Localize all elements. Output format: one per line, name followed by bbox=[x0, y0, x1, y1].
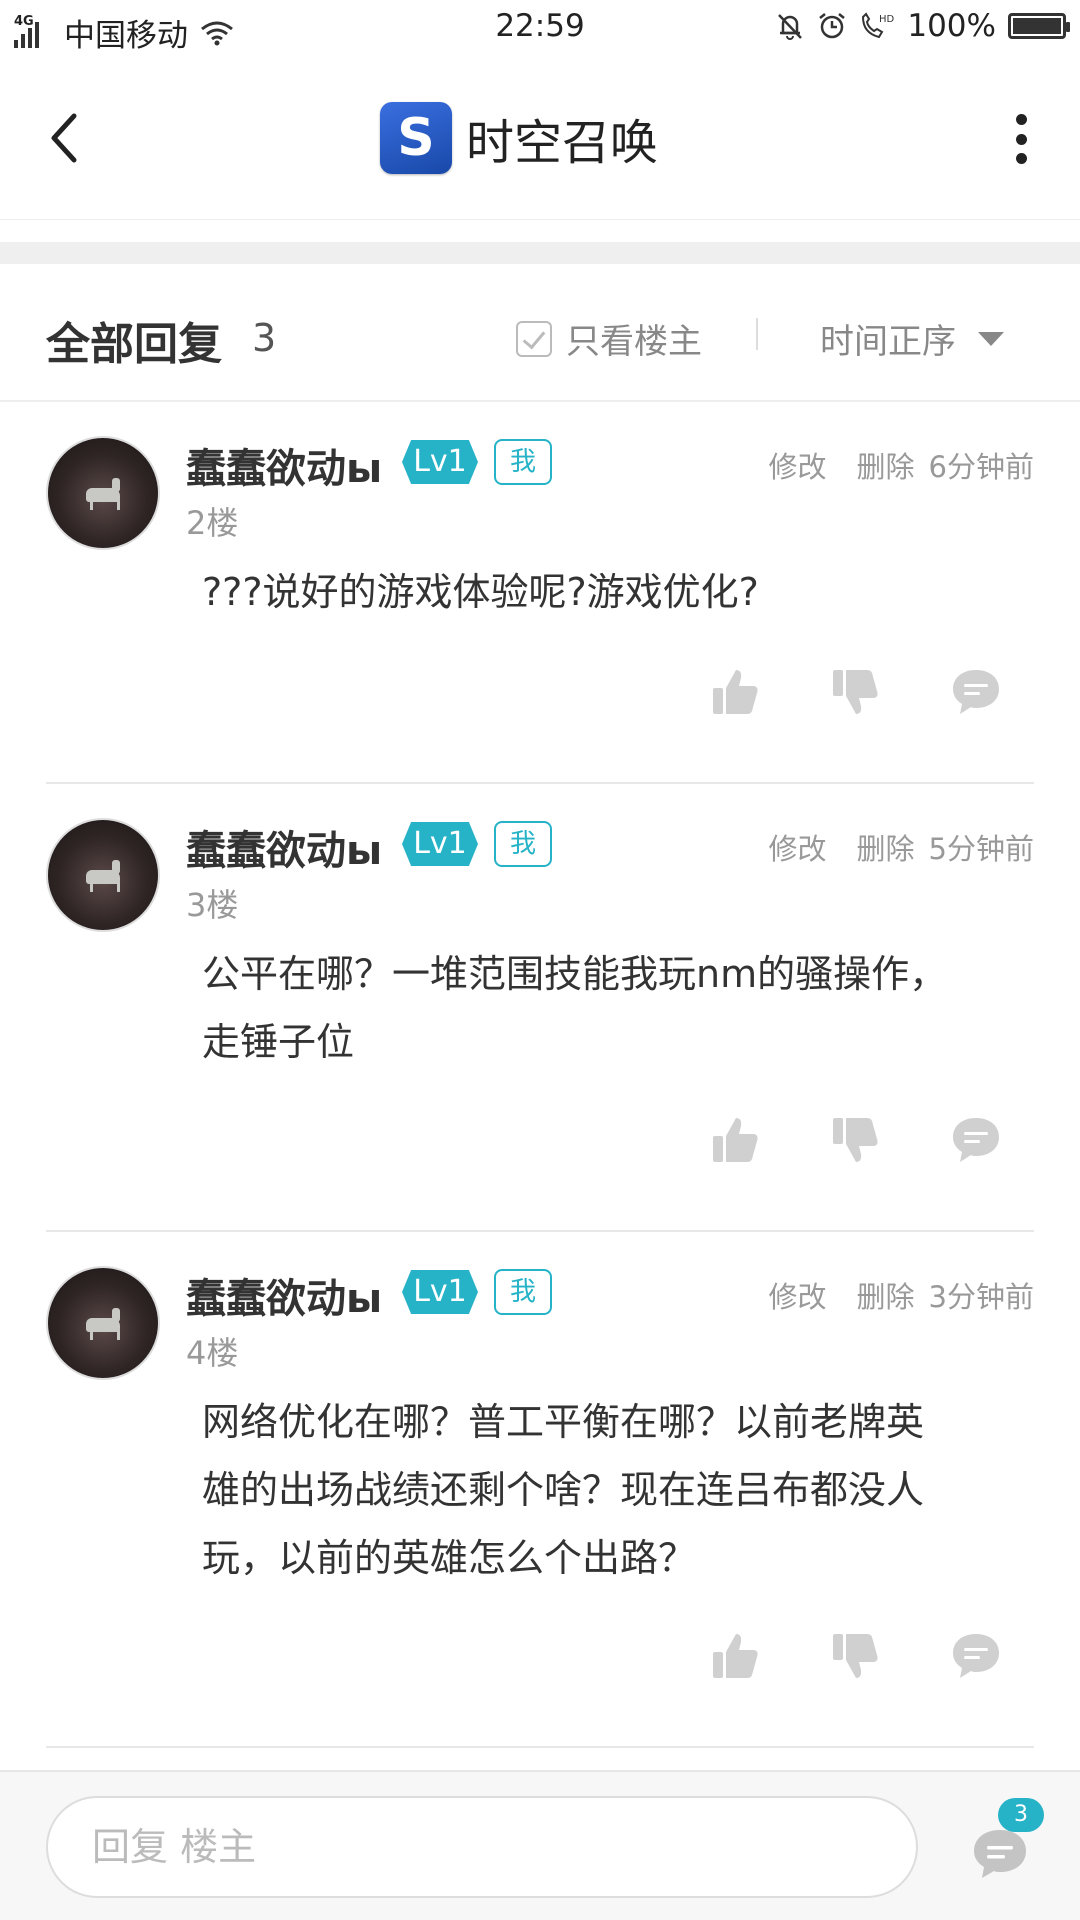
thumbs-down-icon[interactable] bbox=[830, 666, 882, 718]
comment-time: 3分钟前 bbox=[928, 1280, 1034, 1314]
comment-bubble-icon[interactable] bbox=[950, 1630, 1002, 1682]
floor-number: 4楼 bbox=[186, 1334, 239, 1372]
replies-header: 全部回复 3 只看楼主 时间正序 bbox=[0, 264, 1080, 402]
delete-link[interactable]: 删除 bbox=[857, 444, 915, 486]
comment-text: ???说好的游戏体验呢?游戏优化? bbox=[202, 558, 1022, 626]
comment-text: 公平在哪？一堆范围技能我玩nm的骚操作， 走锤子位 bbox=[202, 940, 1022, 1076]
me-badge: 我 bbox=[494, 821, 552, 867]
app-logo-icon: S bbox=[380, 102, 452, 174]
delete-link[interactable]: 删除 bbox=[857, 826, 915, 868]
floor-number: 2楼 bbox=[186, 504, 239, 542]
comment-meta: 修改 删除 5分钟前 bbox=[769, 826, 1034, 868]
me-badge: 我 bbox=[494, 1269, 552, 1315]
section-divider bbox=[0, 242, 1080, 264]
comment-bubble-icon[interactable] bbox=[950, 666, 1002, 718]
sort-dropdown[interactable]: 时间正序 bbox=[820, 314, 1004, 363]
nav-bar: S 时空召唤 bbox=[0, 56, 1080, 220]
back-arrow-icon[interactable] bbox=[44, 108, 84, 168]
level-badge: Lv1 bbox=[402, 822, 478, 866]
edit-link[interactable]: 修改 bbox=[769, 826, 827, 868]
alarm-icon bbox=[819, 13, 846, 39]
comment-bubble-icon[interactable] bbox=[950, 1114, 1002, 1166]
checkbox-icon[interactable] bbox=[516, 320, 552, 357]
comment-line: 走锤子位 bbox=[202, 1020, 355, 1064]
comment-actions bbox=[0, 1630, 1080, 1686]
reply-bar: 回复 楼主 3 bbox=[0, 1770, 1080, 1920]
thumbs-up-icon[interactable] bbox=[710, 666, 762, 718]
comment-line: 公平在哪？一堆范围技能我玩nm的骚操作， bbox=[202, 952, 948, 996]
reply-input[interactable]: 回复 楼主 bbox=[46, 1796, 918, 1898]
replies-count: 3 bbox=[252, 316, 277, 360]
comment-line: 玩，以前的英雄怎么个出路？ bbox=[202, 1536, 697, 1580]
status-right: HD 100% bbox=[775, 8, 1070, 44]
comment-meta: 修改 删除 6分钟前 bbox=[769, 444, 1034, 486]
comment-item: 蠢蠢欲动ы Lv1 我 修改 删除 6分钟前 2楼 ???说好的游戏体验呢?游戏… bbox=[0, 402, 1080, 784]
level-badge: Lv1 bbox=[402, 440, 478, 484]
battery-icon bbox=[1008, 13, 1070, 39]
thumbs-down-icon[interactable] bbox=[830, 1114, 882, 1166]
header-divider bbox=[756, 318, 758, 350]
comment-line: 网络优化在哪？普工平衡在哪？以前老牌英 bbox=[202, 1400, 925, 1444]
comment-item: 蠢蠢欲动ы Lv1 我 修改 删除 5分钟前 3楼 公平在哪？一堆范围技能我玩n… bbox=[0, 784, 1080, 1232]
sort-label: 时间正序 bbox=[820, 322, 956, 362]
comment-time: 5分钟前 bbox=[928, 832, 1034, 866]
page-title: 时空召唤 bbox=[466, 117, 659, 170]
nav-title-group: S 时空召唤 bbox=[380, 102, 658, 174]
level-badge: Lv1 bbox=[402, 1270, 478, 1314]
comment-actions bbox=[0, 1114, 1080, 1170]
thumbs-up-icon[interactable] bbox=[710, 1114, 762, 1166]
avatar[interactable] bbox=[46, 436, 160, 550]
more-vertical-icon[interactable] bbox=[1016, 114, 1028, 164]
comment-actions bbox=[0, 666, 1080, 722]
avatar[interactable] bbox=[46, 1266, 160, 1380]
comments-list-icon[interactable] bbox=[970, 1826, 1030, 1882]
username[interactable]: 蠢蠢欲动ы bbox=[186, 1266, 382, 1324]
only-owner-toggle[interactable]: 只看楼主 bbox=[516, 314, 702, 363]
silent-bell-icon bbox=[778, 14, 803, 40]
thumbs-up-icon[interactable] bbox=[710, 1630, 762, 1682]
username[interactable]: 蠢蠢欲动ы bbox=[186, 818, 382, 876]
edit-link[interactable]: 修改 bbox=[769, 1274, 827, 1316]
only-owner-label: 只看楼主 bbox=[566, 322, 702, 362]
avatar[interactable] bbox=[46, 818, 160, 932]
replies-title: 全部回复 bbox=[46, 319, 222, 370]
thumbs-down-icon[interactable] bbox=[830, 1630, 882, 1682]
status-bar: 4G 中国移动 22:59 HD 100% bbox=[0, 0, 1080, 56]
floor-number: 3楼 bbox=[186, 886, 239, 924]
me-badge: 我 bbox=[494, 439, 552, 485]
username[interactable]: 蠢蠢欲动ы bbox=[186, 436, 382, 494]
comment-time: 6分钟前 bbox=[928, 450, 1034, 484]
comment-count-badge: 3 bbox=[998, 1798, 1044, 1832]
comment-text: 网络优化在哪？普工平衡在哪？以前老牌英 雄的出场战绩还剩个啥？现在连吕布都没人 … bbox=[202, 1388, 1022, 1592]
battery-percent: 100% bbox=[907, 8, 996, 44]
comment-line: 雄的出场战绩还剩个啥？现在连吕布都没人 bbox=[202, 1468, 925, 1512]
comment-line: ???说好的游戏体验呢?游戏优化? bbox=[202, 570, 759, 614]
caret-down-icon bbox=[978, 331, 1004, 346]
hd-call-icon: HD bbox=[862, 12, 895, 39]
svg-text:HD: HD bbox=[879, 14, 895, 25]
comment-meta: 修改 删除 3分钟前 bbox=[769, 1274, 1034, 1316]
delete-link[interactable]: 删除 bbox=[857, 1274, 915, 1316]
edit-link[interactable]: 修改 bbox=[769, 444, 827, 486]
comment-separator bbox=[46, 1746, 1034, 1748]
comment-item: 蠢蠢欲动ы Lv1 我 修改 删除 3分钟前 4楼 网络优化在哪？普工平衡在哪？… bbox=[0, 1232, 1080, 1748]
